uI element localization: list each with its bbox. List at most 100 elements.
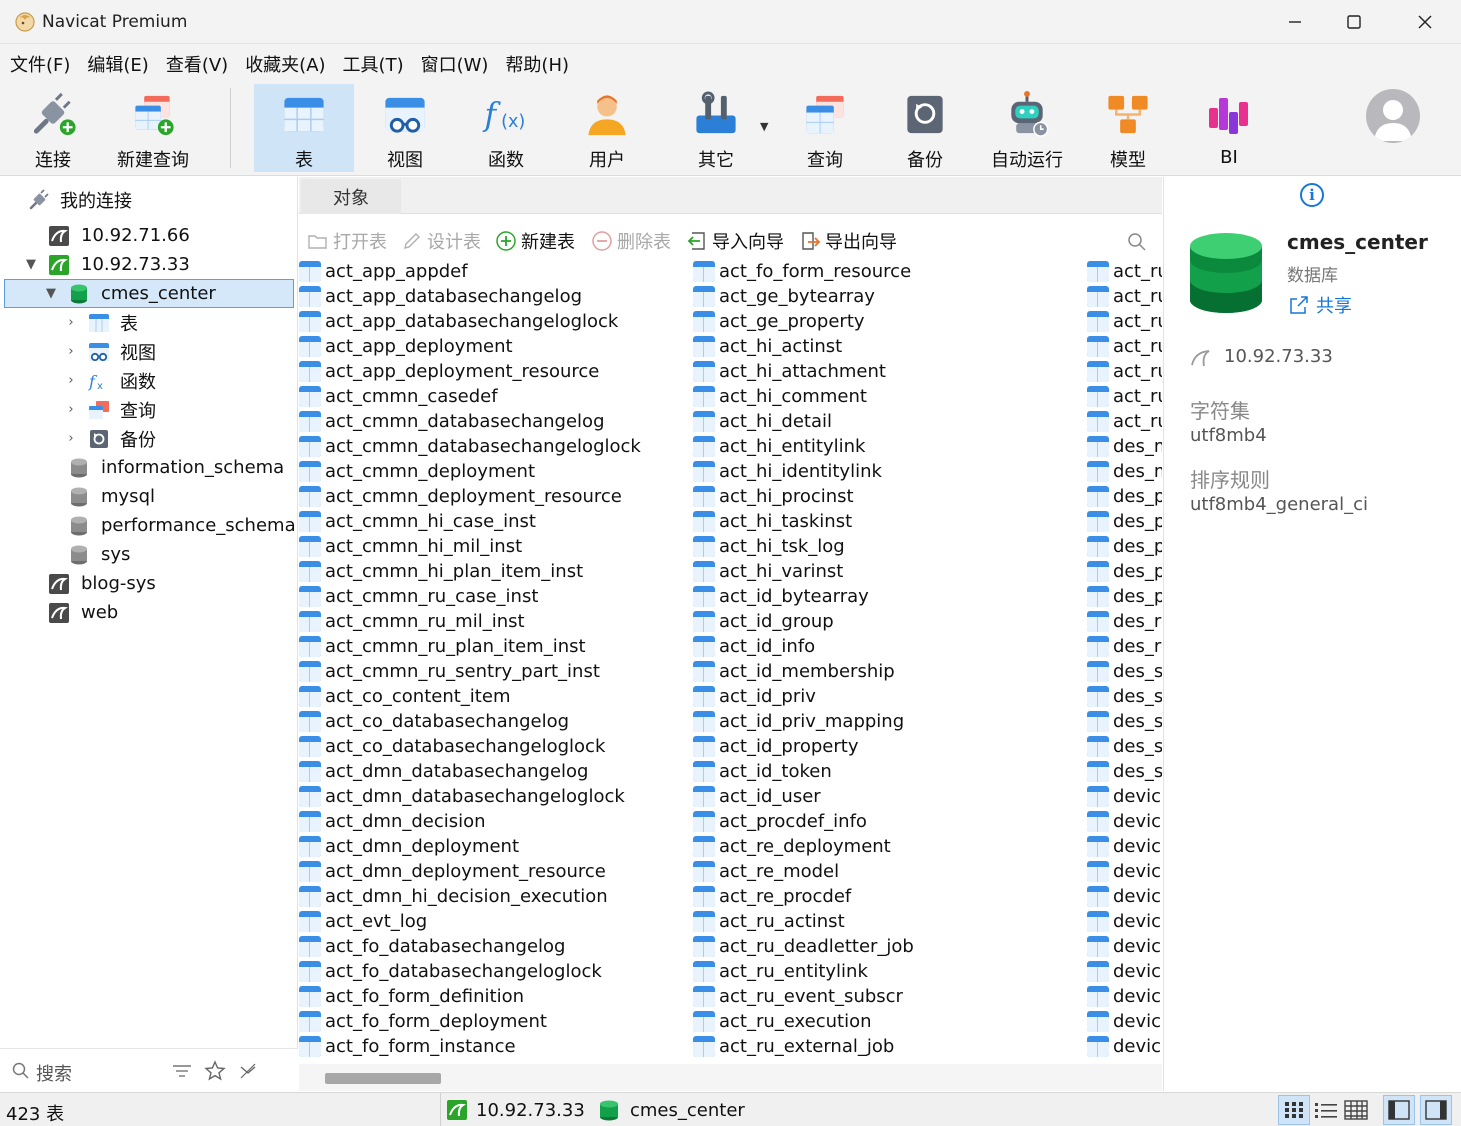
collapse-icon[interactable] xyxy=(238,1061,258,1081)
table-list-item[interactable]: act_app_databasechangeloglock xyxy=(299,309,618,334)
table-list-item[interactable]: device xyxy=(1087,859,1162,884)
table-list-item[interactable]: des_p xyxy=(1087,484,1162,509)
table-list-item[interactable]: act_cmmn_hi_mil_inst xyxy=(299,534,522,559)
menu-file[interactable]: 文件(F) xyxy=(10,51,70,77)
table-list-item[interactable]: act_re_model xyxy=(693,859,839,884)
chevron-right-icon[interactable]: › xyxy=(64,344,78,359)
info-icon[interactable]: i xyxy=(1300,183,1324,207)
table-list-item[interactable]: act_id_membership xyxy=(693,659,895,684)
chevron-right-icon[interactable]: › xyxy=(64,373,78,388)
close-icon[interactable] xyxy=(1410,8,1440,36)
table-list-item[interactable]: device xyxy=(1087,984,1162,1009)
filter-icon[interactable] xyxy=(172,1062,192,1080)
table-list-item[interactable]: act_co_databasechangelog xyxy=(299,709,569,734)
table-list-item[interactable]: act_ru xyxy=(1087,284,1162,309)
automation-tool-button[interactable]: 自动运行 xyxy=(977,84,1077,172)
chevron-right-icon[interactable]: › xyxy=(64,431,78,446)
table-list-item[interactable]: act_hi_procinst xyxy=(693,484,854,509)
table-list-item[interactable]: act_ru_actinst xyxy=(693,909,845,934)
tree-item-connection-3[interactable]: blog-sys xyxy=(0,569,298,598)
table-list-item[interactable]: act_cmmn_deployment_resource xyxy=(299,484,622,509)
table-list-item[interactable]: act_hi_identitylink xyxy=(693,459,882,484)
table-list-item[interactable]: act_id_group xyxy=(693,609,834,634)
table-list-item[interactable]: des_p xyxy=(1087,534,1162,559)
table-list-item[interactable]: act_id_bytearray xyxy=(693,584,869,609)
minimize-icon[interactable] xyxy=(1280,8,1310,36)
query-tool-button[interactable]: 查询 xyxy=(775,84,875,172)
table-list-item[interactable]: act_id_priv_mapping xyxy=(693,709,904,734)
chevron-down-icon[interactable]: ▼ xyxy=(44,286,58,301)
tree-search-input[interactable]: 搜索 xyxy=(36,1060,72,1086)
table-list-item[interactable]: act_fo_form_definition xyxy=(299,984,524,1009)
export-wizard-button[interactable]: 导出向导 xyxy=(799,228,897,254)
table-list-item[interactable]: act_co_databasechangeloglock xyxy=(299,734,605,759)
table-list-item[interactable]: act_evt_log xyxy=(299,909,427,934)
table-list-item[interactable]: act_fo_form_deployment xyxy=(299,1009,547,1034)
other-tool-button[interactable]: 其它 xyxy=(666,84,766,172)
tab-objects[interactable]: 对象 xyxy=(301,179,401,214)
table-list-item[interactable]: device xyxy=(1087,884,1162,909)
tree-item-database[interactable]: performance_schema xyxy=(0,511,298,540)
tree-root-my-connections[interactable]: 我的连接 xyxy=(0,185,298,214)
table-list-item[interactable]: act_cmmn_databasechangeloglock xyxy=(299,434,641,459)
table-list-item[interactable]: act_ge_property xyxy=(693,309,865,334)
table-list-item[interactable]: act_hi_taskinst xyxy=(693,509,852,534)
maximize-icon[interactable] xyxy=(1339,8,1369,36)
table-list-item[interactable]: des_sa xyxy=(1087,734,1162,759)
table-list-item[interactable]: act_ru_execution xyxy=(693,1009,872,1034)
table-list-item[interactable]: act_ru_event_subscr xyxy=(693,984,903,1009)
new-query-button[interactable]: 新建查询 xyxy=(103,84,203,172)
star-icon[interactable] xyxy=(204,1060,226,1082)
tree-item-tables[interactable]: › 表 xyxy=(0,308,298,337)
table-list-item[interactable]: act_id_priv xyxy=(693,684,816,709)
table-tool-button[interactable]: 表 xyxy=(254,84,354,172)
tree-item-functions[interactable]: › f x 函数 xyxy=(0,366,298,395)
table-list-item[interactable]: device xyxy=(1087,1009,1162,1034)
table-list-item[interactable]: des_sa xyxy=(1087,709,1162,734)
table-list-item[interactable]: act_procdef_info xyxy=(693,809,867,834)
import-wizard-button[interactable]: 导入向导 xyxy=(686,228,784,254)
table-list-item[interactable]: act_fo_form_resource xyxy=(693,259,911,284)
table-list-item[interactable]: act_hi_entitylink xyxy=(693,434,865,459)
table-list-item[interactable]: act_cmmn_deployment xyxy=(299,459,535,484)
table-list-item[interactable]: act_hi_comment xyxy=(693,384,867,409)
table-list-item[interactable]: act_cmmn_ru_mil_inst xyxy=(299,609,525,634)
table-list-item[interactable]: act_dmn_databasechangelog xyxy=(299,759,589,784)
left-pane-toggle[interactable] xyxy=(1383,1095,1415,1125)
table-list-item[interactable]: act_app_databasechangelog xyxy=(299,284,582,309)
table-list-item[interactable]: act_re_deployment xyxy=(693,834,891,859)
function-tool-button[interactable]: f (x) 函数 xyxy=(456,84,556,172)
tree-item-connection-1[interactable]: 10.92.71.66 xyxy=(0,221,298,250)
table-list-item[interactable]: act_ru xyxy=(1087,409,1162,434)
menu-view[interactable]: 查看(V) xyxy=(166,51,228,77)
table-list-item[interactable]: act_cmmn_hi_case_inst xyxy=(299,509,536,534)
user-avatar[interactable] xyxy=(1366,89,1420,143)
table-list-item[interactable]: device xyxy=(1087,809,1162,834)
table-list-item[interactable]: act_id_token xyxy=(693,759,832,784)
table-list-item[interactable]: act_app_appdef xyxy=(299,259,468,284)
user-tool-button[interactable]: 用户 xyxy=(557,84,657,172)
backup-tool-button[interactable]: 备份 xyxy=(875,84,975,172)
connect-button[interactable]: 连接 xyxy=(3,84,103,172)
table-list-item[interactable]: device xyxy=(1087,784,1162,809)
table-list-item[interactable]: act_dmn_deployment_resource xyxy=(299,859,606,884)
menu-help[interactable]: 帮助(H) xyxy=(505,51,569,77)
table-list-item[interactable]: act_ru_external_job xyxy=(693,1034,894,1059)
table-list-item[interactable]: des_p xyxy=(1087,509,1162,534)
table-list-item[interactable]: des_m xyxy=(1087,459,1162,484)
menu-tools[interactable]: 工具(T) xyxy=(343,51,404,77)
table-list-item[interactable]: act_id_info xyxy=(693,634,815,659)
table-list-item[interactable]: act_cmmn_ru_plan_item_inst xyxy=(299,634,586,659)
table-list-item[interactable]: des_sa xyxy=(1087,759,1162,784)
table-list-item[interactable]: act_hi_tsk_log xyxy=(693,534,845,559)
delete-table-button[interactable]: 删除表 xyxy=(591,228,671,254)
menu-window[interactable]: 窗口(W) xyxy=(421,51,489,77)
share-button[interactable]: 共享 xyxy=(1288,292,1352,318)
table-list-item[interactable]: des_re xyxy=(1087,634,1162,659)
table-list-item[interactable]: act_hi_actinst xyxy=(693,334,842,359)
table-list-item[interactable]: des_m xyxy=(1087,434,1162,459)
detail-view-icon[interactable] xyxy=(1342,1096,1370,1124)
table-list-item[interactable]: act_ge_bytearray xyxy=(693,284,875,309)
table-list-item[interactable]: act_id_property xyxy=(693,734,858,759)
table-list-item[interactable]: device xyxy=(1087,834,1162,859)
